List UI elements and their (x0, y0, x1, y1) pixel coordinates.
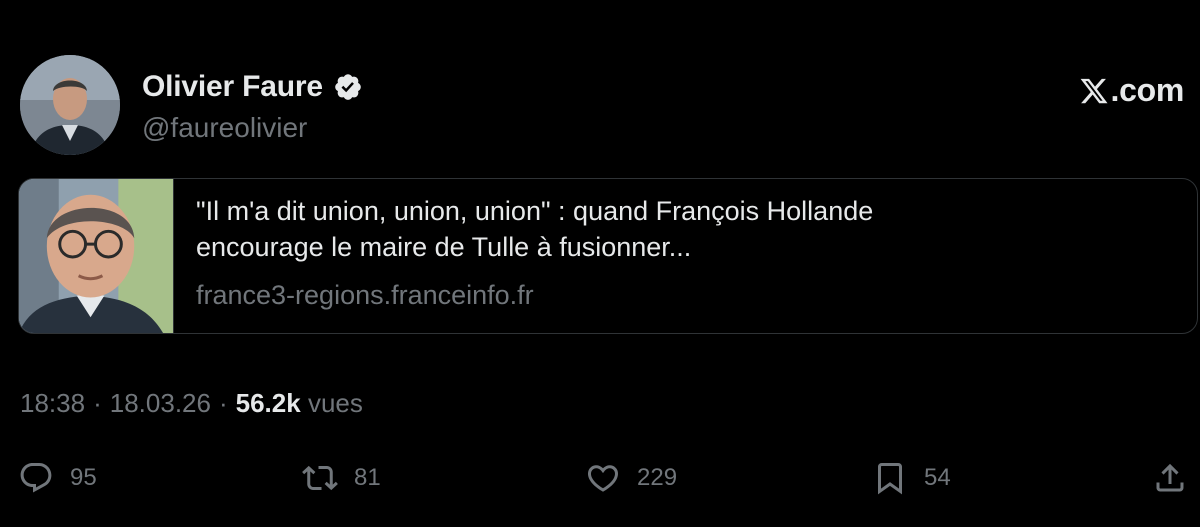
author-name-row: Olivier Faure (142, 70, 363, 104)
verified-badge-icon (333, 72, 363, 102)
x-logo-icon (1079, 76, 1109, 106)
reply-count: 95 (70, 464, 97, 491)
brand-logo: .com (1079, 72, 1185, 109)
retweet-button[interactable]: 81 (302, 460, 381, 496)
link-card[interactable]: "Il m'a dit union, union, union" : quand… (18, 178, 1198, 334)
link-card-text: "Il m'a dit union, union, union" : quand… (174, 179, 1096, 333)
bookmark-button[interactable]: 54 (872, 460, 951, 496)
article-thumbnail-photo (19, 179, 173, 333)
reply-icon (18, 460, 54, 496)
bookmark-icon (872, 460, 908, 496)
tweet-date[interactable]: 18.03.26 (110, 388, 211, 419)
tweet-meta: 18:38 · 18.03.26 · 56.2k vues (20, 388, 363, 419)
link-card-title: "Il m'a dit union, union, union" : quand… (196, 193, 1096, 265)
like-button[interactable]: 229 (585, 460, 677, 496)
retweet-count: 81 (354, 464, 381, 491)
avatar[interactable] (20, 55, 120, 155)
heart-icon (585, 460, 621, 496)
brand-text: .com (1110, 72, 1185, 108)
meta-separator: · (93, 388, 102, 418)
views-label: vues (307, 388, 363, 418)
bookmark-count: 54 (924, 464, 951, 491)
author-handle[interactable]: @faureolivier (142, 112, 307, 144)
like-count: 229 (637, 464, 678, 491)
tweet-time[interactable]: 18:38 (20, 388, 85, 419)
views-count[interactable]: 56.2k (236, 388, 301, 418)
meta-separator: · (218, 388, 228, 418)
article-thumbnail (19, 179, 174, 333)
retweet-icon (302, 460, 338, 496)
link-card-domain: france3-regions.franceinfo.fr (196, 280, 534, 310)
share-icon (1152, 460, 1188, 496)
share-button[interactable] (1152, 460, 1188, 496)
link-card-title-line-1: "Il m'a dit union, union, union" : quand… (196, 196, 874, 226)
tweet: Olivier Faure @faureolivier .com "Il m'a… (0, 0, 1200, 527)
avatar-photo (20, 55, 120, 155)
reply-button[interactable]: 95 (18, 460, 97, 496)
link-card-title-line-2: encourage le maire de Tulle à fusionner.… (196, 232, 692, 262)
display-name[interactable]: Olivier Faure (142, 70, 323, 104)
